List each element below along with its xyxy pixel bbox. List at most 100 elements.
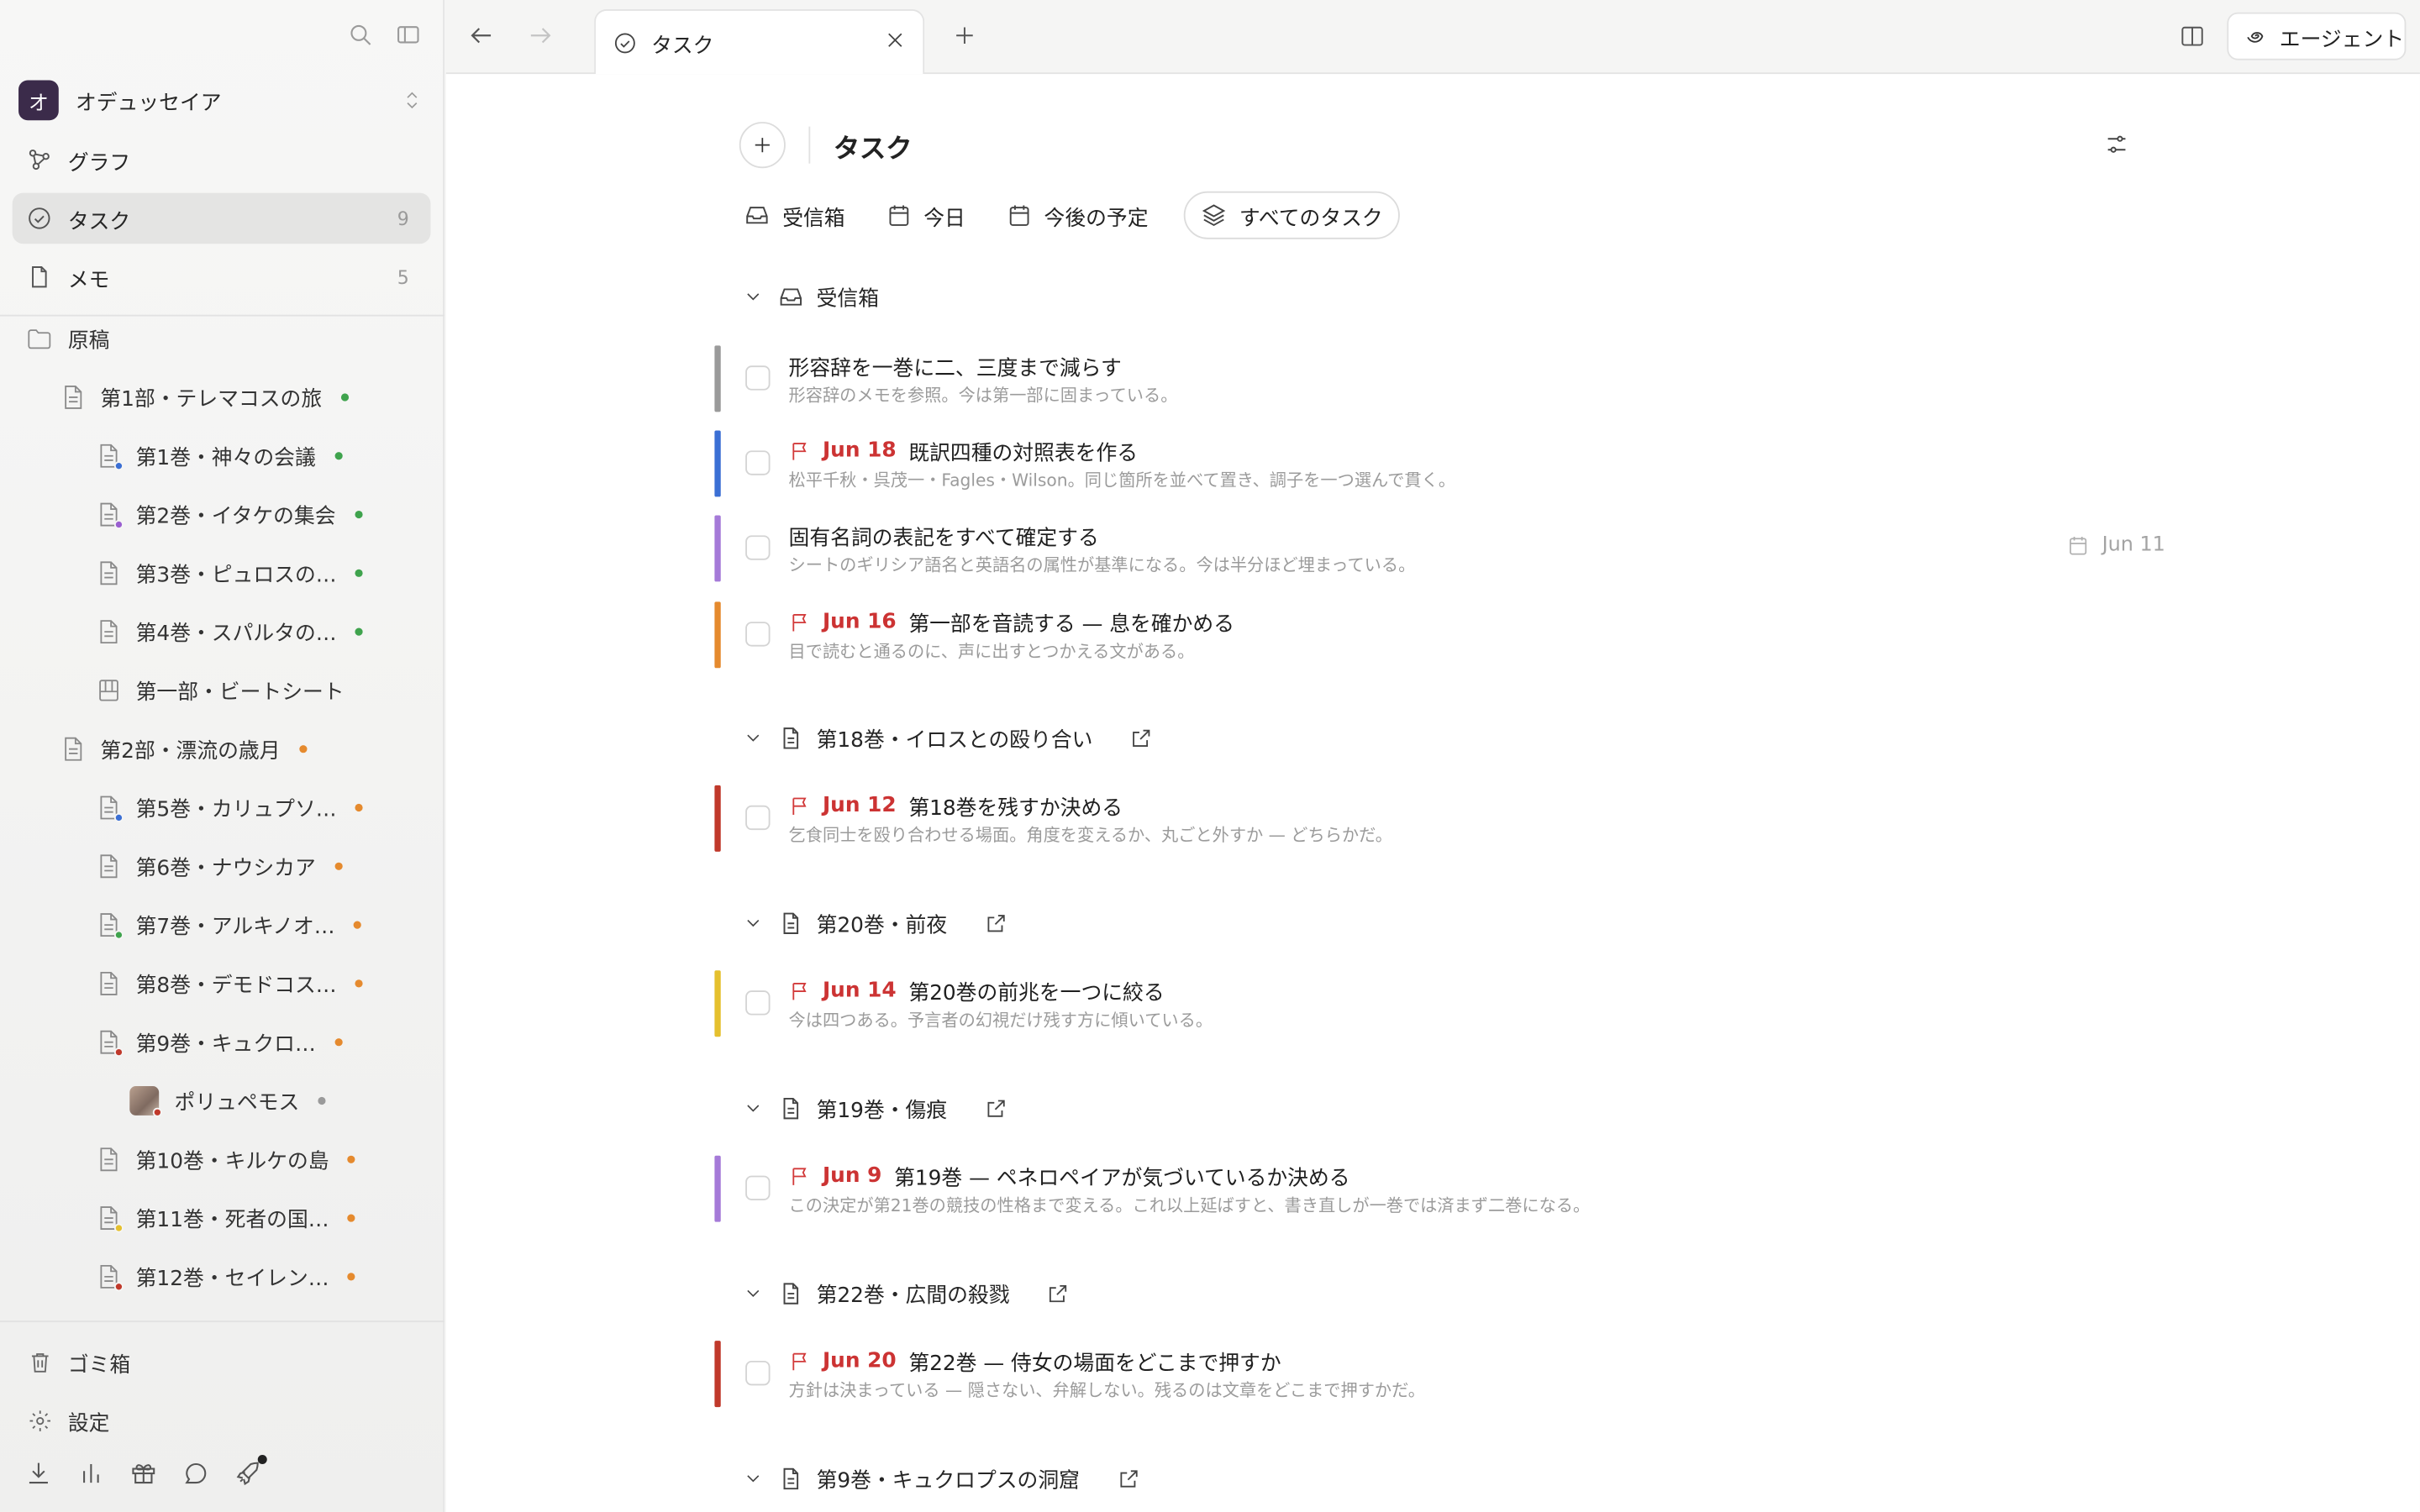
character-avatar xyxy=(129,1085,162,1116)
forward-arrow-icon[interactable] xyxy=(526,22,554,50)
section-header[interactable]: 第19巻・傷痕 xyxy=(744,1089,1007,1126)
task-checkbox[interactable] xyxy=(745,1360,771,1386)
tab-inbox[interactable]: 受信箱 xyxy=(739,192,862,239)
external-link-icon[interactable] xyxy=(1117,1467,1140,1490)
tree-item[interactable]: 第6巻・ナウシカア xyxy=(97,847,343,884)
tree-item[interactable]: 第2巻・イタケの集会 xyxy=(97,496,362,533)
search-icon[interactable] xyxy=(347,22,373,48)
workspace-switcher[interactable]: オ オデュッセイア xyxy=(18,80,423,121)
tree-item[interactable]: 第11巻・死者の国… xyxy=(97,1199,355,1236)
sidebar-item-graph[interactable]: グラフ xyxy=(13,134,431,186)
back-arrow-icon[interactable] xyxy=(468,22,496,50)
chevron-down-icon[interactable] xyxy=(744,1099,762,1117)
sidebar-item-tasks[interactable]: タスク 9 xyxy=(12,192,431,244)
task-title: 第20巻の前兆を一つに絞る xyxy=(908,981,1165,1006)
sidebar-item-count: 9 xyxy=(397,207,409,229)
close-icon[interactable] xyxy=(884,29,906,51)
filter-sliders-icon[interactable] xyxy=(2103,131,2129,157)
task-row[interactable]: Jun 16 第一部を音読する — 息を確かめる 目で読むと通るのに、声に出すとつか… xyxy=(714,601,2165,669)
sidebar-toggle-icon[interactable] xyxy=(395,22,421,48)
tree-item[interactable]: 第10巻・キルケの島 xyxy=(97,1140,355,1177)
task-checkbox[interactable] xyxy=(745,365,771,391)
tree-item[interactable]: 第9巻・キュクロ… xyxy=(97,1023,343,1060)
tree-item[interactable]: 第1部・テレマコスの旅 xyxy=(61,378,349,415)
task-row[interactable]: Jun 14 第20巻の前兆を一つに絞る 今は四つある。予言者の幻視だけ残す方に傾い… xyxy=(714,970,2165,1037)
task-due-date: Jun 14 xyxy=(822,978,897,1003)
main-content: タスク 受信箱 今日 今後の予定 すべてのタスク 受信箱 形容辞を一巻に二、三度ま… xyxy=(445,74,2420,1512)
task-due-date: Jun 20 xyxy=(822,1348,897,1373)
agent-button[interactable]: エージェント xyxy=(2227,12,2407,60)
tree-item[interactable]: 第8巻・デモドコス… xyxy=(97,964,363,1001)
task-title: 第19巻 — ペネロペイアが気づいているか決める xyxy=(894,1166,1350,1191)
download-button[interactable] xyxy=(24,1460,52,1488)
tree-item-label: 第2部・漂流の歳月 xyxy=(100,738,281,764)
tree-item[interactable]: 第7巻・アルキノオ… xyxy=(97,906,361,942)
tree-item[interactable]: 第5巻・カリュプソ… xyxy=(97,789,363,826)
section-header[interactable]: 受信箱 xyxy=(744,278,879,315)
chevron-down-icon[interactable] xyxy=(744,728,762,747)
tab-tasks[interactable]: タスク xyxy=(594,9,925,75)
flag-icon xyxy=(792,1167,807,1184)
task-row[interactable]: 形容辞を一巻に二、三度まで減らす 形容辞のメモを参照。今は第一部に固まっている。 xyxy=(714,345,2165,412)
task-checkbox[interactable] xyxy=(745,990,771,1016)
add-task-button[interactable] xyxy=(739,122,786,169)
task-title: 固有名詞の表記をすべて確定する xyxy=(788,526,1099,551)
sidebar-item-label: ゴミ箱 xyxy=(67,1352,131,1378)
task-checkbox[interactable] xyxy=(745,1175,771,1200)
workspace-name: オデュッセイア xyxy=(75,91,222,116)
sidebar-item-notes[interactable]: メモ 5 xyxy=(13,251,431,302)
launch-button[interactable] xyxy=(234,1455,267,1488)
tree-item[interactable]: 第1巻・神々の会議 xyxy=(97,437,343,474)
tree-folder-manuscript[interactable]: 原稿 xyxy=(26,319,109,356)
plus-icon[interactable] xyxy=(952,24,976,48)
chevron-down-icon[interactable] xyxy=(744,1469,762,1488)
tab-label: 今後の予定 xyxy=(1044,206,1149,231)
task-row[interactable]: 固有名詞の表記をすべて確定する シートのギリシア語名と英語名の属性が基準になる。今… xyxy=(714,515,2165,582)
task-scheduled-date[interactable]: Jun 11 xyxy=(2066,533,2165,557)
sidebar-item-trash[interactable]: ゴミ箱 xyxy=(28,1346,130,1379)
external-link-icon[interactable] xyxy=(1047,1281,1071,1305)
chevron-down-icon[interactable] xyxy=(744,287,762,306)
split-view-icon[interactable] xyxy=(2179,24,2205,50)
tree-item[interactable]: ポリュペモス xyxy=(129,1082,326,1119)
section-header[interactable]: 第18巻・イロスとの殴り合い xyxy=(744,719,1153,756)
notification-dot xyxy=(257,1455,267,1465)
task-due-date: Jun 18 xyxy=(822,438,897,464)
tab-today[interactable]: 今日 xyxy=(881,192,982,239)
document-icon xyxy=(100,853,118,878)
tab-upcoming[interactable]: 今後の予定 xyxy=(1001,192,1165,239)
tree-item-label: 第9巻・キュクロ… xyxy=(135,1032,316,1058)
document-icon xyxy=(65,385,82,408)
task-row[interactable]: Jun 9 第19巻 — ペネロペイアが気づいているか決める この決定が第21巻の競… xyxy=(714,1155,2165,1222)
sidebar-item-settings[interactable]: 設定 xyxy=(28,1404,109,1437)
tree-item[interactable]: 第4巻・スパルタの… xyxy=(97,612,363,649)
stats-button[interactable] xyxy=(77,1460,105,1488)
task-checkbox[interactable] xyxy=(745,535,771,560)
tree-item-label: 第一部・ビートシート xyxy=(135,680,345,706)
chevron-down-icon[interactable] xyxy=(744,913,762,932)
task-row[interactable]: Jun 20 第22巻 — 侍女の場面をどこまで押すか 方針は決まっている — 隠さ… xyxy=(714,1341,2165,1408)
section-header[interactable]: 第20巻・前夜 xyxy=(744,904,1007,941)
section-header[interactable]: 第9巻・キュクロプスの洞窟 xyxy=(744,1460,1139,1497)
section-header[interactable]: 第22巻・広間の殺戮 xyxy=(744,1274,1070,1311)
task-checkbox[interactable] xyxy=(745,450,771,475)
chat-button[interactable] xyxy=(182,1460,210,1488)
task-checkbox[interactable] xyxy=(745,622,771,647)
task-checkbox[interactable] xyxy=(745,805,771,831)
chevron-down-icon[interactable] xyxy=(744,1284,762,1302)
sidebar-item-label: グラフ xyxy=(67,150,131,176)
tab-all-tasks[interactable]: すべてのタスク xyxy=(1183,191,1400,239)
external-link-icon[interactable] xyxy=(984,911,1007,935)
tree-item[interactable]: 第3巻・ピュロスの… xyxy=(97,554,363,591)
external-link-icon[interactable] xyxy=(1130,726,1154,749)
tree-item[interactable]: 第一部・ビートシート xyxy=(97,671,345,708)
task-row[interactable]: Jun 12 第18巻を残すか決める 乞食同士を殴り合わせる場面。角度を変えるか、丸… xyxy=(714,785,2165,852)
tree-item[interactable]: 第2部・漂流の歳月 xyxy=(61,730,307,767)
task-row[interactable]: Jun 18 既訳四種の対照表を作る 松平千秋・呉茂一・Fagles・Wilson。… xyxy=(714,430,2165,497)
document-icon xyxy=(783,1097,799,1119)
gift-button[interactable] xyxy=(129,1460,157,1488)
folder-icon xyxy=(28,328,51,349)
tree-item[interactable]: 第12巻・セイレン… xyxy=(97,1257,355,1294)
graph-icon xyxy=(29,150,50,171)
external-link-icon[interactable] xyxy=(984,1096,1007,1120)
